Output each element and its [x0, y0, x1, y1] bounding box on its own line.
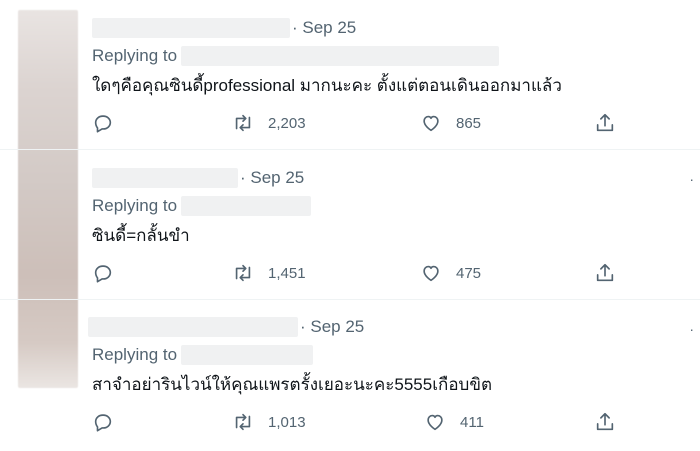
reply-icon	[94, 265, 112, 283]
like-button[interactable]: 475	[420, 260, 481, 286]
blurred-handle[interactable]	[181, 46, 500, 66]
retweet-button[interactable]: 2,203	[232, 110, 306, 136]
like-icon	[423, 115, 439, 132]
tweet-actions: 1,451 475	[92, 260, 632, 286]
reply-icon	[94, 115, 112, 133]
retweet-icon	[235, 413, 251, 431]
blurred-handle[interactable]	[181, 196, 312, 216]
tweet-text: ใดๆคือคุณซินดี้professional มากนะคะ ตั้ง…	[92, 76, 562, 95]
more-options-icon[interactable]: ·	[689, 322, 694, 336]
blurred-display-name[interactable]	[92, 18, 290, 38]
blurred-display-name[interactable]	[92, 168, 238, 188]
replying-to-label: Replying to	[92, 196, 178, 215]
retweet-count: 1,451	[268, 264, 306, 282]
tweet-text: ซินดี้=กลั้นขำ	[92, 226, 190, 245]
share-button[interactable]	[594, 409, 616, 435]
share-icon	[596, 113, 614, 132]
blurred-handle[interactable]	[181, 345, 314, 365]
share-button[interactable]	[594, 110, 616, 136]
retweet-button[interactable]: 1,013	[232, 409, 306, 435]
like-count: 475	[456, 264, 482, 282]
reply-tweet[interactable]: · Sep 25 Replying to ใดๆคือคุณซินดี้prof…	[0, 0, 700, 150]
like-icon	[427, 414, 443, 431]
reply-tweet[interactable]: · · Sep 25 Replying to ซินดี้=กลั้นขำ 1,…	[0, 150, 700, 300]
like-button[interactable]: 865	[420, 110, 481, 136]
share-button[interactable]	[594, 260, 616, 286]
replying-to-label: Replying to	[92, 46, 178, 65]
retweet-icon	[235, 264, 251, 282]
reply-button[interactable]	[92, 110, 114, 136]
tweet-header: · Sep 25	[88, 315, 364, 339]
share-icon	[596, 412, 614, 431]
tweet-header: · Sep 25	[92, 16, 356, 40]
like-count: 865	[456, 114, 482, 132]
reply-button[interactable]	[92, 260, 114, 286]
retweet-count: 1,013	[268, 413, 306, 431]
retweet-button[interactable]: 1,451	[232, 260, 306, 286]
tweet-date[interactable]: · Sep 25	[292, 18, 356, 38]
share-icon	[596, 263, 614, 282]
blurred-display-name[interactable]	[88, 317, 298, 337]
tweet-date[interactable]: · Sep 25	[300, 317, 364, 337]
replying-to: Replying to	[92, 194, 312, 218]
replying-to: Replying to	[92, 44, 500, 68]
retweet-count: 2,203	[268, 114, 306, 132]
tweet-date[interactable]: · Sep 25	[240, 168, 304, 188]
like-icon	[423, 265, 439, 282]
tweet-actions: 1,013 411	[92, 409, 632, 435]
retweet-icon	[235, 114, 251, 132]
tweet-header: · Sep 25	[92, 166, 304, 190]
reply-icon	[94, 414, 112, 432]
tweet-text: สาจำอย่ารินไวน์ให้คุณแพรตรั้งเยอะนะคะ555…	[92, 375, 492, 394]
replying-to: Replying to	[92, 343, 314, 367]
replying-to-label: Replying to	[92, 345, 178, 364]
like-button[interactable]: 411	[424, 409, 484, 435]
reply-button[interactable]	[92, 409, 114, 435]
more-options-icon[interactable]: ·	[689, 172, 694, 186]
like-count: 411	[460, 413, 484, 431]
tweet-actions: 2,203 865	[92, 110, 632, 136]
reply-tweet[interactable]: · · Sep 25 Replying to สาจำอย่ารินไวน์ให…	[0, 300, 700, 451]
